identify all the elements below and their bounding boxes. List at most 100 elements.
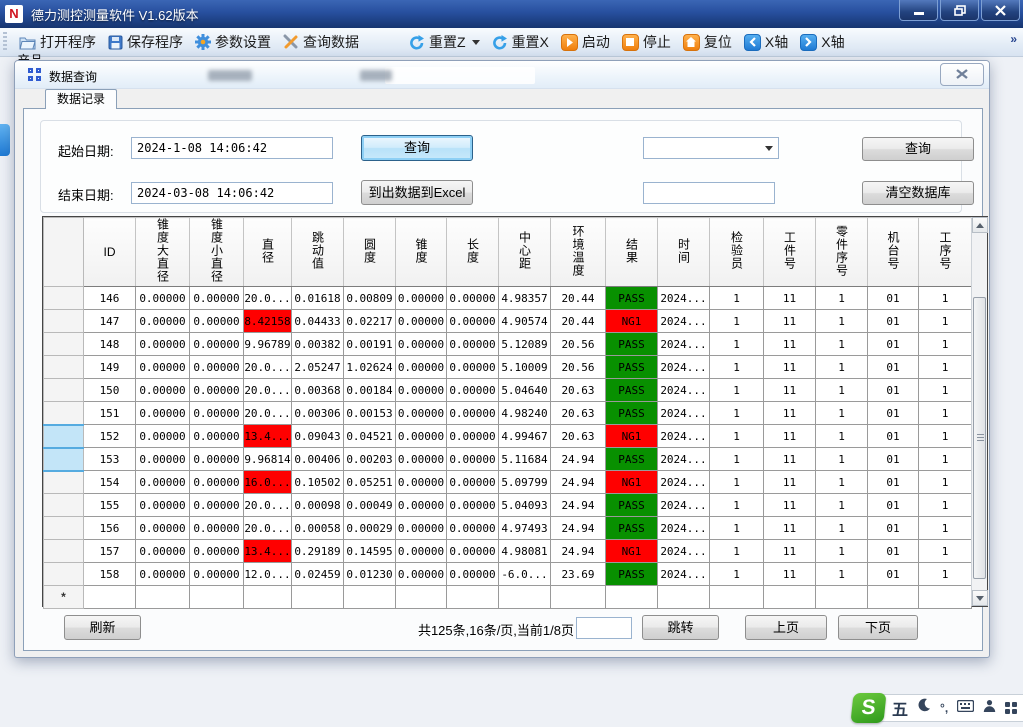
- cell[interactable]: 2024...: [658, 517, 710, 540]
- end-date-input[interactable]: [131, 182, 333, 204]
- scroll-down-button[interactable]: [972, 590, 988, 606]
- cell[interactable]: 2024...: [658, 563, 710, 586]
- cell[interactable]: 2024...: [658, 471, 710, 494]
- cell[interactable]: 0.00000: [190, 517, 244, 540]
- cell[interactable]: 0.00000: [447, 448, 499, 471]
- cell[interactable]: 0.01230: [344, 563, 396, 586]
- cell[interactable]: 20.56: [551, 356, 606, 379]
- cell[interactable]: 1: [816, 494, 868, 517]
- cell[interactable]: 0.00000: [136, 448, 190, 471]
- sogou-logo-icon[interactable]: S: [850, 693, 886, 723]
- cell[interactable]: 0.00000: [447, 425, 499, 448]
- cell[interactable]: 1: [710, 425, 764, 448]
- query-button[interactable]: 查询: [361, 135, 473, 161]
- cell[interactable]: 0.00000: [396, 425, 447, 448]
- cell[interactable]: 1: [919, 471, 972, 494]
- cell[interactable]: 0.00000: [447, 379, 499, 402]
- cell[interactable]: 1: [919, 310, 972, 333]
- cell[interactable]: 1: [710, 540, 764, 563]
- vertical-scrollbar[interactable]: [971, 217, 987, 606]
- cell[interactable]: 0.00000: [136, 517, 190, 540]
- column-header[interactable]: 环境温度: [551, 218, 606, 287]
- row-selector[interactable]: [44, 333, 84, 356]
- cell[interactable]: 0.00000: [447, 494, 499, 517]
- cell[interactable]: 1: [710, 494, 764, 517]
- column-header[interactable]: 锥度大直径: [136, 218, 190, 287]
- cell[interactable]: 1: [710, 356, 764, 379]
- cell[interactable]: PASS: [606, 287, 658, 310]
- cell[interactable]: 0.00000: [396, 333, 447, 356]
- cell[interactable]: 13.4...: [244, 425, 292, 448]
- cell[interactable]: 2024...: [658, 402, 710, 425]
- column-header[interactable]: 工件号: [764, 218, 816, 287]
- cell[interactable]: NG1: [606, 540, 658, 563]
- cell[interactable]: 5.11684: [499, 448, 551, 471]
- cell[interactable]: 1: [816, 310, 868, 333]
- cell[interactable]: 0.00000: [190, 448, 244, 471]
- cell[interactable]: 0.01618: [292, 287, 344, 310]
- cell[interactable]: 1: [816, 517, 868, 540]
- select-all-corner[interactable]: [44, 218, 84, 287]
- row-selector[interactable]: [44, 356, 84, 379]
- cell[interactable]: 4.90574: [499, 310, 551, 333]
- cell[interactable]: 4.99467: [499, 425, 551, 448]
- stop-button[interactable]: 停止: [616, 29, 677, 55]
- cell[interactable]: 1: [816, 425, 868, 448]
- cell[interactable]: 0.00000: [396, 494, 447, 517]
- row-selector[interactable]: [44, 379, 84, 402]
- parameter-settings-button[interactable]: 参数设置: [189, 29, 277, 55]
- cell[interactable]: 20.0...: [244, 494, 292, 517]
- cell[interactable]: 2024...: [658, 356, 710, 379]
- cell[interactable]: 0.00000: [190, 379, 244, 402]
- cell[interactable]: 0.00000: [396, 356, 447, 379]
- cell[interactable]: 158: [84, 563, 136, 586]
- cell[interactable]: 1: [710, 563, 764, 586]
- cell[interactable]: PASS: [606, 379, 658, 402]
- cell[interactable]: 0.00000: [447, 563, 499, 586]
- cell[interactable]: 1: [919, 494, 972, 517]
- cell[interactable]: 0.00000: [190, 471, 244, 494]
- cell[interactable]: 0.00000: [136, 471, 190, 494]
- cell[interactable]: 149: [84, 356, 136, 379]
- cell[interactable]: 0.00029: [344, 517, 396, 540]
- cell[interactable]: 0.00000: [396, 540, 447, 563]
- user-icon[interactable]: [983, 699, 996, 717]
- column-header[interactable]: 时间: [658, 218, 710, 287]
- dialog-close-button[interactable]: [940, 63, 984, 86]
- cell[interactable]: 20.56: [551, 333, 606, 356]
- column-header[interactable]: 机台号: [868, 218, 919, 287]
- scroll-up-button[interactable]: [972, 217, 988, 233]
- cell[interactable]: 0.00058: [292, 517, 344, 540]
- cell[interactable]: 11: [764, 287, 816, 310]
- chevron-down-icon[interactable]: [472, 40, 480, 45]
- row-selector[interactable]: [44, 494, 84, 517]
- cell[interactable]: 4.98357: [499, 287, 551, 310]
- cell[interactable]: 0.00000: [447, 287, 499, 310]
- cell[interactable]: 24.94: [551, 540, 606, 563]
- cell[interactable]: 0.00184: [344, 379, 396, 402]
- cell[interactable]: 2.05247: [292, 356, 344, 379]
- column-header[interactable]: 圆度: [344, 218, 396, 287]
- cell[interactable]: 11: [764, 448, 816, 471]
- x-axis-left-button[interactable]: X轴: [738, 29, 794, 55]
- cell[interactable]: 2024...: [658, 333, 710, 356]
- close-button[interactable]: [981, 0, 1020, 21]
- toolbar-overflow-chevron[interactable]: »: [1010, 32, 1017, 46]
- column-header[interactable]: ID: [84, 218, 136, 287]
- cell[interactable]: 11: [764, 356, 816, 379]
- cell[interactable]: 1: [816, 287, 868, 310]
- cell[interactable]: 11: [764, 494, 816, 517]
- cell[interactable]: 2024...: [658, 494, 710, 517]
- cell[interactable]: 11: [764, 333, 816, 356]
- cell[interactable]: 150: [84, 379, 136, 402]
- reset-x-button[interactable]: 重置X: [486, 29, 555, 55]
- cell[interactable]: 01: [868, 448, 919, 471]
- cell[interactable]: 0.00153: [344, 402, 396, 425]
- cell[interactable]: 1: [710, 517, 764, 540]
- query2-button[interactable]: 查询: [862, 137, 974, 161]
- cell[interactable]: PASS: [606, 333, 658, 356]
- column-header[interactable]: 零件序号: [816, 218, 868, 287]
- cell[interactable]: 5.09799: [499, 471, 551, 494]
- cell[interactable]: 11: [764, 471, 816, 494]
- cell[interactable]: 4.98081: [499, 540, 551, 563]
